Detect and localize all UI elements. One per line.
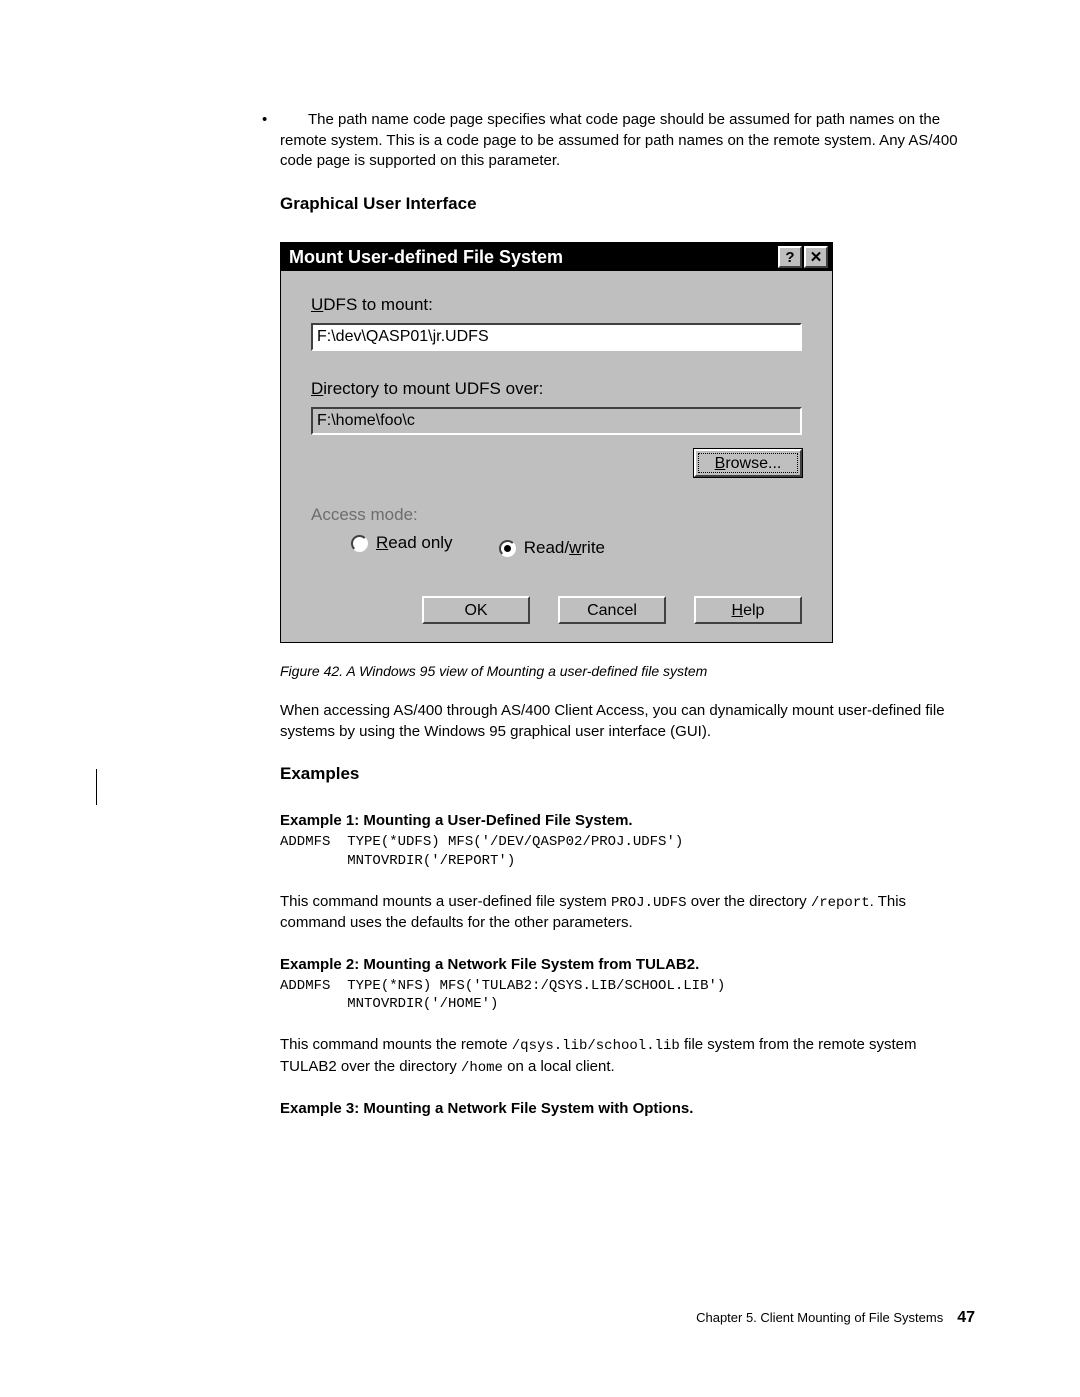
example2-code: ADDMFS TYPE(*NFS) MFS('TULAB2:/QSYS.LIB/… (280, 977, 975, 1013)
example1-head: Example 1: Mounting a User-Defined File … (280, 812, 975, 829)
example3-head: Example 3: Mounting a Network File Syste… (280, 1100, 975, 1117)
help-button[interactable]: Help (694, 596, 802, 624)
dialog-title: Mount User-defined File System (289, 247, 776, 268)
example1-desc: This command mounts a user-defined file … (280, 892, 975, 934)
figure-caption: Figure 42. A Windows 95 view of Mounting… (280, 663, 975, 679)
ok-button[interactable]: OK (422, 596, 530, 624)
mount-dialog: Mount User-defined File System ? ✕ UDFS … (280, 242, 833, 643)
directory-label: Directory to mount UDFS over: (311, 379, 802, 399)
heading-gui: Graphical User Interface (280, 194, 975, 214)
help-icon[interactable]: ? (778, 246, 802, 268)
udfs-label: UDFS to mount: (311, 295, 802, 315)
directory-input[interactable] (311, 407, 802, 435)
access-mode-label: Access mode: (311, 505, 802, 525)
udfs-input[interactable] (311, 323, 802, 351)
heading-examples: Examples (280, 764, 975, 784)
page-footer: Chapter 5. Client Mounting of File Syste… (696, 1309, 975, 1327)
radio-icon (499, 540, 516, 557)
example1-code: ADDMFS TYPE(*UDFS) MFS('/DEV/QASP02/PROJ… (280, 833, 975, 869)
dialog-titlebar: Mount User-defined File System ? ✕ (281, 243, 832, 271)
example2-head: Example 2: Mounting a Network File Syste… (280, 956, 975, 973)
cancel-button[interactable]: Cancel (558, 596, 666, 624)
access-paragraph: When accessing AS/400 through AS/400 Cli… (280, 701, 975, 742)
radio-icon (351, 535, 368, 552)
close-icon[interactable]: ✕ (804, 246, 828, 268)
browse-button[interactable]: Browse... (694, 449, 802, 477)
intro-bullet: The path name code page specifies what c… (280, 111, 958, 169)
example2-desc: This command mounts the remote /qsys.lib… (280, 1035, 975, 1078)
radio-read-only[interactable]: Read only (351, 533, 453, 553)
radio-read-write[interactable]: Read/write (499, 538, 605, 558)
